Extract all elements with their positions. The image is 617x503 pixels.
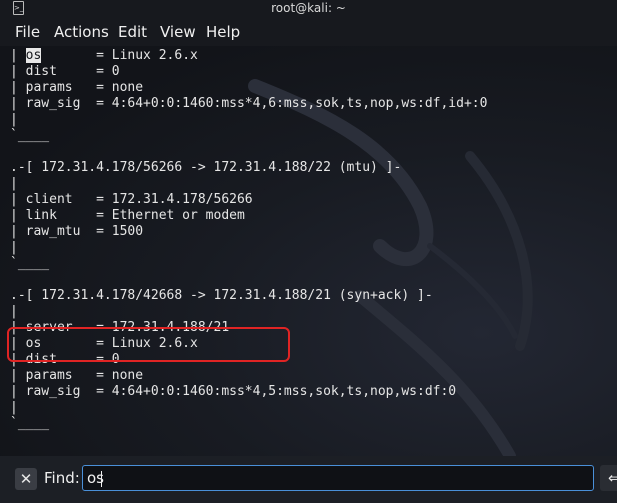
close-find-button[interactable]: ✕ [15, 468, 37, 490]
terminal-line: `____ [10, 256, 50, 271]
menu-edit[interactable]: Edit [118, 23, 147, 41]
menu-help[interactable]: Help [206, 23, 240, 41]
terminal-line: `____ [10, 128, 50, 143]
terminal-line: `____ [10, 416, 50, 431]
terminal-line: | [10, 400, 18, 415]
terminal-line: | params = none [10, 368, 144, 383]
terminal-line: | [10, 176, 18, 191]
terminal-output[interactable]: | os = Linux 2.6.x | dist = 0 | params = n… [0, 46, 617, 456]
menu-bar: File Actions Edit View Help [0, 18, 617, 46]
text-cursor [101, 471, 102, 487]
find-label: Find: [44, 469, 80, 487]
menu-view[interactable]: View [160, 23, 196, 41]
find-bar: ✕ Find: ⇐ [0, 456, 617, 503]
search-match-highlight: os [25, 48, 42, 63]
highlight-annotation-box [7, 327, 290, 362]
terminal-line: | [10, 240, 18, 255]
terminal-line: | [10, 304, 18, 319]
terminal-line: | params = none [10, 80, 144, 95]
menu-file[interactable]: File [15, 23, 40, 41]
window-title: root@kali: ~ [271, 1, 346, 15]
terminal-text: | os = Linux 2.6.x | dist = 0 | params = n… [10, 48, 487, 432]
terminal-line: | raw_sig = 4:64+0:0:1460:mss*4,6:mss,so… [10, 96, 488, 111]
find-input[interactable] [82, 465, 594, 491]
terminal-line: | link = Ethernet or modem [10, 208, 245, 223]
terminal-line: | raw_mtu = 1500 [10, 224, 144, 239]
terminal-line: .-[ 172.31.4.178/56266 -> 172.31.4.188/2… [10, 160, 402, 175]
terminal-line: | dist = 0 [10, 64, 120, 79]
terminal-line: | raw_sig = 4:64+0:0:1460:mss*4,5:mss,so… [10, 384, 457, 399]
terminal-line: .-[ 172.31.4.178/42668 -> 172.31.4.188/2… [10, 288, 433, 303]
find-previous-button[interactable]: ⇐ [600, 465, 617, 491]
terminal-line: | os = Linux 2.6.x [10, 48, 198, 63]
terminal-line: | client = 172.31.4.178/56266 [10, 192, 253, 207]
terminal-line: | [10, 112, 18, 127]
menu-actions[interactable]: Actions [54, 23, 109, 41]
title-bar: >_ root@kali: ~ [0, 0, 617, 18]
